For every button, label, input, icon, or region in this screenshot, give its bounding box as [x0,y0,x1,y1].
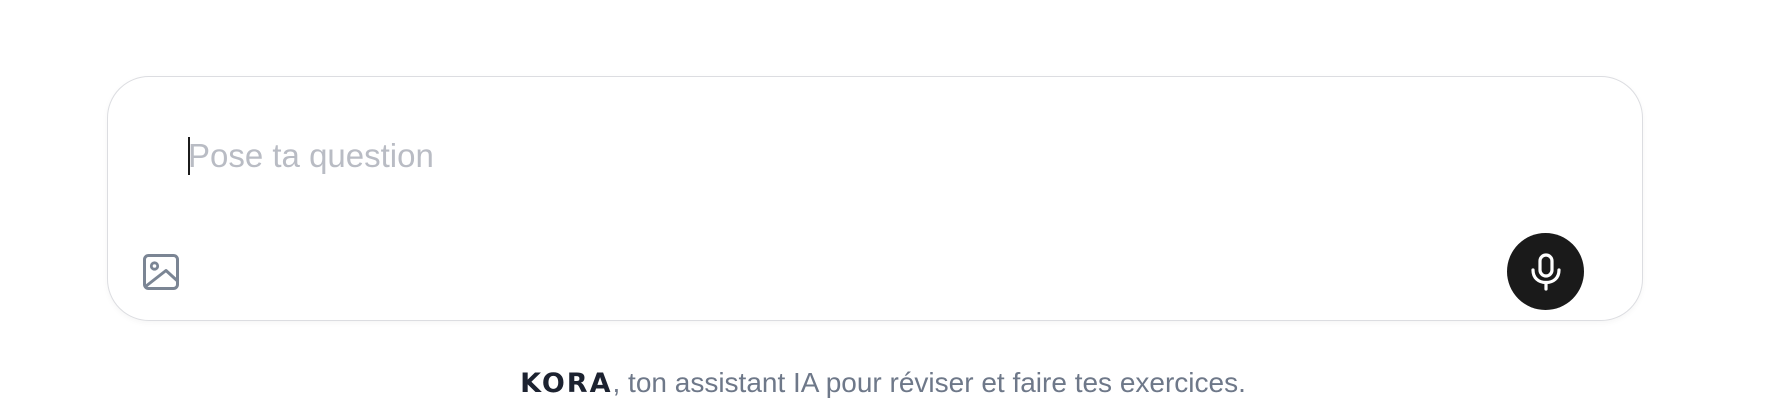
microphone-icon [1529,252,1563,291]
brand-name: KORA [520,368,613,399]
prompt-composer [107,76,1643,321]
tagline-text: , ton assistant IA pour réviser et faire… [612,367,1246,398]
footer-tagline: KORA, ton assistant IA pour réviser et f… [0,366,1766,401]
voice-input-button[interactable] [1507,233,1584,310]
text-caret [188,137,190,175]
attach-image-button[interactable] [140,251,182,293]
page: KORA, ton assistant IA pour réviser et f… [0,0,1766,416]
question-input[interactable] [188,134,1548,178]
image-icon [142,253,180,291]
